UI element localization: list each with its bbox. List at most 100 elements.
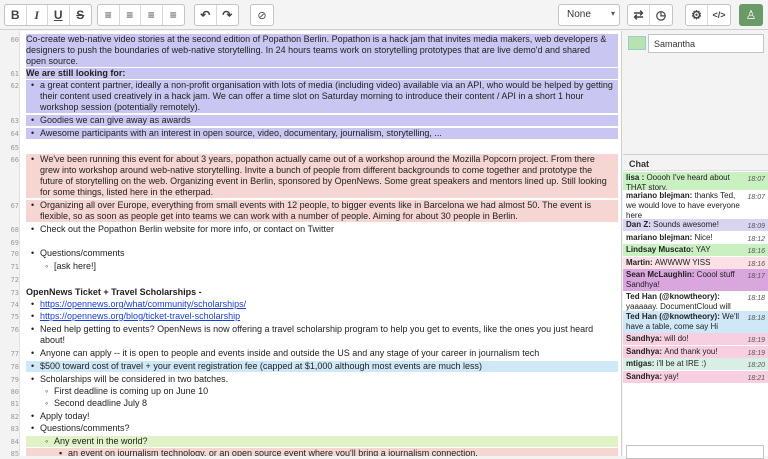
strikethrough-button[interactable]: S (70, 5, 91, 25)
chat-text: And thank you! (664, 347, 718, 356)
chat-input[interactable] (626, 445, 764, 459)
pad-line[interactable]: • Awesome participants with an interest i… (26, 128, 618, 139)
pad-line[interactable]: Co-create web-native video stories at th… (26, 34, 618, 45)
unordered-list-icon[interactable]: ≡ (120, 5, 141, 25)
embed-icon[interactable]: </> (708, 5, 730, 25)
line-text: designers to push the boundaries of web-… (26, 45, 591, 55)
line-text: open source. (26, 56, 79, 66)
italic-button[interactable]: I (27, 5, 48, 25)
underline-button[interactable]: U (48, 5, 70, 25)
line-text: Anyone can apply -- it is open to people… (40, 348, 540, 358)
line-text: Goodies we can give away as awards (40, 115, 191, 125)
line-number: 80 (10, 388, 19, 396)
bold-button[interactable]: B (5, 5, 27, 25)
username-field[interactable]: Samantha (648, 34, 764, 53)
pad-line[interactable]: grew into workshop around web-native sto… (26, 165, 618, 176)
outdent-icon[interactable]: ≡ (163, 5, 184, 25)
pad-line[interactable]: • Check out the Popathon Berlin website f… (26, 224, 618, 235)
pad-line[interactable]: • Apply today! (26, 411, 618, 422)
line-text: Check out the Popathon Berlin website fo… (40, 224, 334, 234)
pad-line[interactable]: flexible, so as soon as people get into … (26, 211, 618, 222)
user-color-swatch[interactable] (628, 36, 646, 50)
pad-line[interactable]: • Anyone can apply -- it is open to peopl… (26, 348, 618, 359)
chat-text: yay! (664, 372, 679, 381)
bullet-marker: • (31, 80, 35, 90)
undo-icon[interactable]: ↶ (195, 5, 217, 25)
pad-line[interactable] (26, 237, 618, 248)
chat-message: Sean McLaughlin: Coool stuff Sandhya! 18:… (623, 269, 768, 291)
pad-line[interactable]: • Need help getting to events? OpenNews i… (26, 324, 618, 335)
pad-line[interactable]: • Scholarships will be considered in two … (26, 374, 618, 385)
line-number: 85 (10, 450, 19, 456)
line-text: [ask here!] (54, 261, 97, 271)
clear-authorship-icon[interactable]: ⊘ (250, 4, 274, 26)
import-export-icon[interactable]: ⇄ (628, 5, 650, 25)
pad-editor[interactable]: 60 61 62 63 64 65 66 67 68 69 70 71 72 73 74 75 76 77 78 79… (0, 31, 622, 456)
pad-line[interactable] (26, 274, 618, 285)
line-text: Questions/comments? (40, 423, 130, 433)
chat-author: mariano blejman: (626, 191, 695, 200)
line-number: 75 (10, 313, 19, 321)
settings-icon[interactable]: ⚙ (686, 5, 708, 25)
chat-message: Sandhya: yay! 18:21 (623, 371, 768, 383)
pad-line[interactable]: • $500 toward cost of travel + your event… (26, 361, 618, 372)
pad-line[interactable]: future of storytelling on the web. Organ… (26, 176, 618, 187)
chat-message: Lindsay Muscato: YAY 18:16 (623, 244, 768, 256)
chat-text: i'll be at IRE :) (656, 359, 707, 368)
redo-icon[interactable]: ↷ (217, 5, 238, 25)
pad-line[interactable]: • https://opennews.org/what/community/sch… (26, 299, 618, 310)
format-group: B I U S (4, 4, 92, 26)
pad-line[interactable]: • Questions/comments (26, 248, 618, 259)
link[interactable]: https://opennews.org/what/community/scho… (40, 299, 246, 309)
indent-icon[interactable]: ≡ (141, 5, 163, 25)
line-text: Questions/comments (40, 248, 125, 258)
bullet-marker: ◦ (45, 386, 49, 396)
pad-line[interactable]: • a great content partner, ideally a non-… (26, 80, 618, 91)
pad-line[interactable]: workshop session (potentially remotely). (26, 102, 618, 113)
pad-line[interactable]: ◦ Any event in the world? (26, 436, 618, 447)
pad-line[interactable]: • Goodies we can give away as awards (26, 115, 618, 126)
pad-line[interactable]: • Questions/comments? (26, 423, 618, 434)
pad-line[interactable]: ▪ an event on journalism technology, or a… (26, 448, 618, 456)
users-icon[interactable]: ♙ (739, 4, 763, 26)
bullet-marker: • (31, 423, 35, 433)
line-number: 68 (10, 226, 19, 234)
line-text: about! (40, 335, 66, 345)
pad-line[interactable]: ◦ First deadline is coming up on June 10 (26, 386, 618, 397)
chat-timestamp: 18:18 (747, 295, 765, 302)
pad-line[interactable]: open source. (26, 56, 618, 67)
chat-author: Lindsay Muscato: (626, 245, 696, 254)
chat-text: Sounds awesome! (653, 220, 719, 229)
timeslider-icon[interactable]: ◷ (650, 5, 672, 25)
pad-line[interactable] (26, 142, 618, 153)
pad-line[interactable]: for some things, listed here in the ethe… (26, 187, 618, 198)
pad-line[interactable]: ◦ [ask here!] (26, 261, 618, 272)
bullet-marker: • (31, 128, 35, 138)
pad-line[interactable]: about! (26, 335, 618, 346)
link[interactable]: https://opennews.org/blog/ticket-travel-… (40, 311, 240, 321)
pad-line[interactable]: • We've been running this event for about… (26, 154, 618, 165)
line-text: Need help getting to events? OpenNews is… (40, 324, 594, 334)
line-number: 62 (10, 82, 19, 90)
chat-timestamp: 18:20 (747, 362, 765, 369)
chat-author: Sandhya: (626, 334, 665, 343)
pad-line[interactable]: their content used creatively in a hack … (26, 91, 618, 102)
pad-line[interactable]: We are still looking for: (26, 68, 618, 79)
chat-message: mtigas: i'll be at IRE :) 18:20 (623, 358, 768, 370)
bullet-marker: • (31, 361, 35, 371)
pad-line[interactable]: ◦ Second deadline July 8 (26, 398, 618, 409)
line-text: Apply today! (40, 411, 90, 421)
line-text: We are still looking for: (26, 68, 126, 78)
pad-line[interactable]: OpenNews Ticket + Travel Scholarships - (26, 287, 618, 298)
heading-select[interactable]: None ▾ (558, 4, 620, 26)
bullet-marker: • (31, 348, 35, 358)
pad-line[interactable]: • https://opennews.org/blog/ticket-travel… (26, 311, 618, 322)
chat-timestamp: 18:21 (747, 375, 765, 382)
pad-line[interactable]: designers to push the boundaries of web-… (26, 45, 618, 56)
chat-timestamp: 18:19 (747, 337, 765, 344)
line-text: We've been running this event for about … (40, 154, 595, 164)
ordered-list-icon[interactable]: ≡ (98, 5, 120, 25)
bullet-marker: • (31, 311, 35, 321)
pad-line[interactable]: • Organizing all over Europe, everything … (26, 200, 618, 211)
line-number: 83 (10, 425, 19, 433)
